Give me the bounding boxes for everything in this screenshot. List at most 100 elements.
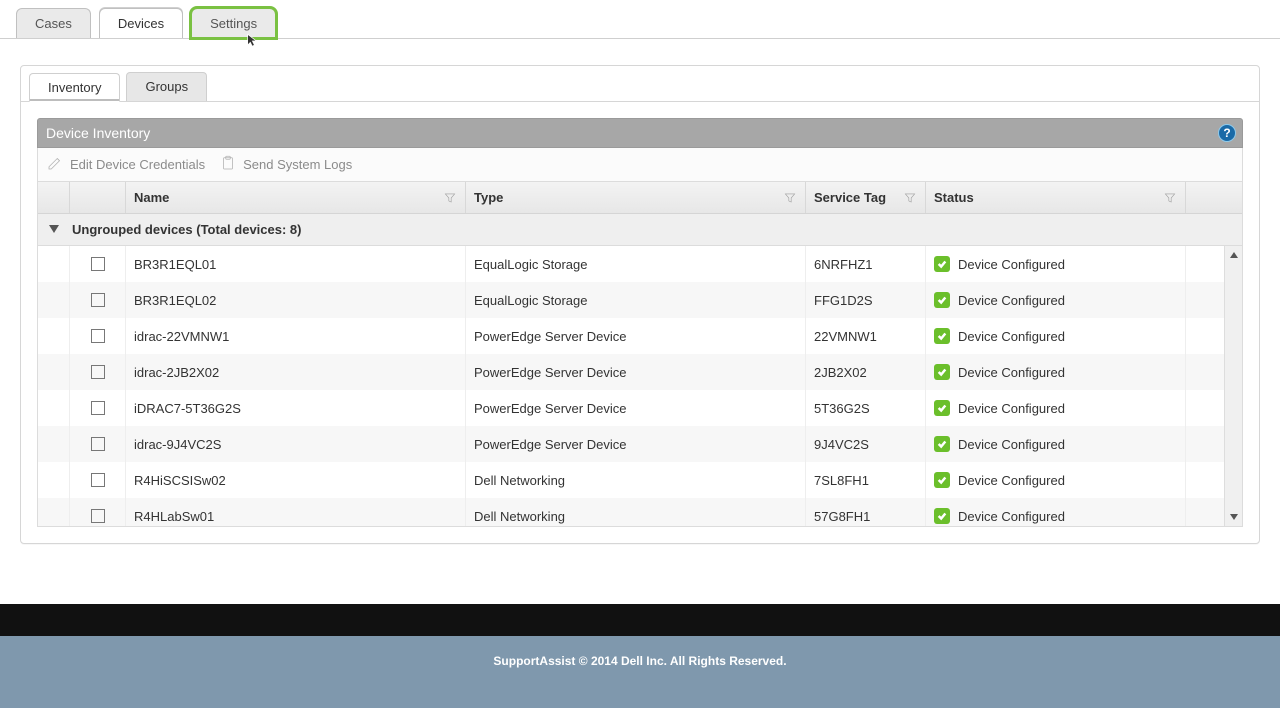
- status-ok-icon: [934, 328, 950, 344]
- cell-name: iDRAC7-5T36G2S: [134, 401, 241, 416]
- cell-status: Device Configured: [958, 293, 1065, 308]
- row-checkbox[interactable]: [91, 401, 105, 415]
- cell-status: Device Configured: [958, 257, 1065, 272]
- row-checkbox[interactable]: [91, 365, 105, 379]
- filter-icon[interactable]: [903, 191, 917, 205]
- tab-devices-label: Devices: [118, 16, 164, 31]
- cell-service: 7SL8FH1: [814, 473, 869, 488]
- col-type[interactable]: Type: [466, 182, 806, 213]
- row-checkbox[interactable]: [91, 437, 105, 451]
- clipboard-icon: [219, 154, 237, 175]
- tab-cases-label: Cases: [35, 16, 72, 31]
- status-ok-icon: [934, 364, 950, 380]
- cell-status: Device Configured: [958, 473, 1065, 488]
- device-grid: Name Type Service Tag Status: [37, 182, 1243, 527]
- col-status-label: Status: [934, 190, 974, 205]
- footer-text: SupportAssist © 2014 Dell Inc. All Right…: [493, 654, 786, 668]
- table-row[interactable]: idrac-2JB2X02 PowerEdge Server Device 2J…: [38, 354, 1242, 390]
- cell-name: R4HiSCSISw02: [134, 473, 226, 488]
- tab-devices[interactable]: Devices: [99, 8, 183, 38]
- cell-name: BR3R1EQL01: [134, 257, 216, 272]
- cell-status: Device Configured: [958, 365, 1065, 380]
- cell-type: PowerEdge Server Device: [474, 401, 626, 416]
- row-checkbox[interactable]: [91, 509, 105, 523]
- scroll-up-icon[interactable]: [1225, 246, 1243, 264]
- table-row[interactable]: iDRAC7-5T36G2S PowerEdge Server Device 5…: [38, 390, 1242, 426]
- help-icon[interactable]: ?: [1218, 124, 1236, 142]
- status-ok-icon: [934, 400, 950, 416]
- edit-credentials-button[interactable]: Edit Device Credentials: [46, 154, 205, 175]
- cell-service: 57G8FH1: [814, 509, 870, 524]
- col-status[interactable]: Status: [926, 182, 1186, 213]
- cell-name: idrac-2JB2X02: [134, 365, 219, 380]
- cell-type: EqualLogic Storage: [474, 293, 587, 308]
- tab-cases[interactable]: Cases: [16, 8, 91, 38]
- collapse-icon[interactable]: [38, 225, 70, 235]
- table-row[interactable]: R4HLabSw01 Dell Networking 57G8FH1 Devic…: [38, 498, 1242, 526]
- filter-icon[interactable]: [1163, 191, 1177, 205]
- group-label: Ungrouped devices (Total devices: 8): [72, 222, 301, 237]
- table-row[interactable]: BR3R1EQL01 EqualLogic Storage 6NRFHZ1 De…: [38, 246, 1242, 282]
- group-row[interactable]: Ungrouped devices (Total devices: 8): [38, 214, 1242, 246]
- table-row[interactable]: idrac-22VMNW1 PowerEdge Server Device 22…: [38, 318, 1242, 354]
- filter-icon[interactable]: [783, 191, 797, 205]
- status-ok-icon: [934, 472, 950, 488]
- cell-name: idrac-22VMNW1: [134, 329, 229, 344]
- cell-service: 6NRFHZ1: [814, 257, 873, 272]
- subtab-groups-label: Groups: [145, 79, 188, 94]
- cell-status: Device Configured: [958, 437, 1065, 452]
- table-row[interactable]: R4HiSCSISw02 Dell Networking 7SL8FH1 Dev…: [38, 462, 1242, 498]
- col-service[interactable]: Service Tag: [806, 182, 926, 213]
- cell-type: PowerEdge Server Device: [474, 437, 626, 452]
- status-ok-icon: [934, 292, 950, 308]
- table-row[interactable]: idrac-9J4VC2S PowerEdge Server Device 9J…: [38, 426, 1242, 462]
- edit-credentials-label: Edit Device Credentials: [70, 157, 205, 172]
- row-checkbox[interactable]: [91, 329, 105, 343]
- scroll-down-icon[interactable]: [1225, 508, 1243, 526]
- vertical-scrollbar[interactable]: [1224, 246, 1242, 526]
- cell-name: R4HLabSw01: [134, 509, 214, 524]
- cell-name: BR3R1EQL02: [134, 293, 216, 308]
- filter-icon[interactable]: [443, 191, 457, 205]
- cell-name: idrac-9J4VC2S: [134, 437, 221, 452]
- status-ok-icon: [934, 436, 950, 452]
- cell-service: FFG1D2S: [814, 293, 873, 308]
- devices-card: Inventory Groups Device Inventory ? Edit…: [20, 65, 1260, 544]
- cursor-icon: [245, 33, 261, 52]
- panel-title: Device Inventory: [46, 125, 150, 141]
- cell-status: Device Configured: [958, 401, 1065, 416]
- cell-service: 22VMNW1: [814, 329, 877, 344]
- footer-bar: [0, 604, 1280, 636]
- edit-icon: [46, 154, 64, 175]
- top-nav: Cases Devices Settings: [0, 0, 1280, 39]
- table-row[interactable]: BR3R1EQL02 EqualLogic Storage FFG1D2S De…: [38, 282, 1242, 318]
- cell-type: EqualLogic Storage: [474, 257, 587, 272]
- cell-service: 9J4VC2S: [814, 437, 869, 452]
- send-logs-button[interactable]: Send System Logs: [219, 154, 352, 175]
- status-ok-icon: [934, 508, 950, 524]
- footer: SupportAssist © 2014 Dell Inc. All Right…: [0, 636, 1280, 708]
- cell-type: PowerEdge Server Device: [474, 365, 626, 380]
- row-checkbox[interactable]: [91, 257, 105, 271]
- subtab-inventory[interactable]: Inventory: [29, 73, 120, 102]
- col-name[interactable]: Name: [126, 182, 466, 213]
- cell-service: 2JB2X02: [814, 365, 867, 380]
- subtab-inventory-label: Inventory: [48, 80, 101, 95]
- tab-settings[interactable]: Settings: [191, 8, 276, 38]
- row-checkbox[interactable]: [91, 473, 105, 487]
- row-checkbox[interactable]: [91, 293, 105, 307]
- cell-status: Device Configured: [958, 509, 1065, 524]
- grid-header: Name Type Service Tag Status: [38, 182, 1242, 214]
- sub-tabs: Inventory Groups: [21, 66, 1259, 102]
- toolbar: Edit Device Credentials Send System Logs: [37, 148, 1243, 182]
- col-type-label: Type: [474, 190, 503, 205]
- subtab-groups[interactable]: Groups: [126, 72, 207, 101]
- cell-type: Dell Networking: [474, 509, 565, 524]
- panel-header: Device Inventory ?: [37, 118, 1243, 148]
- status-ok-icon: [934, 256, 950, 272]
- cell-type: Dell Networking: [474, 473, 565, 488]
- col-name-label: Name: [134, 190, 169, 205]
- cell-type: PowerEdge Server Device: [474, 329, 626, 344]
- tab-settings-label: Settings: [210, 16, 257, 31]
- col-service-label: Service Tag: [814, 190, 886, 205]
